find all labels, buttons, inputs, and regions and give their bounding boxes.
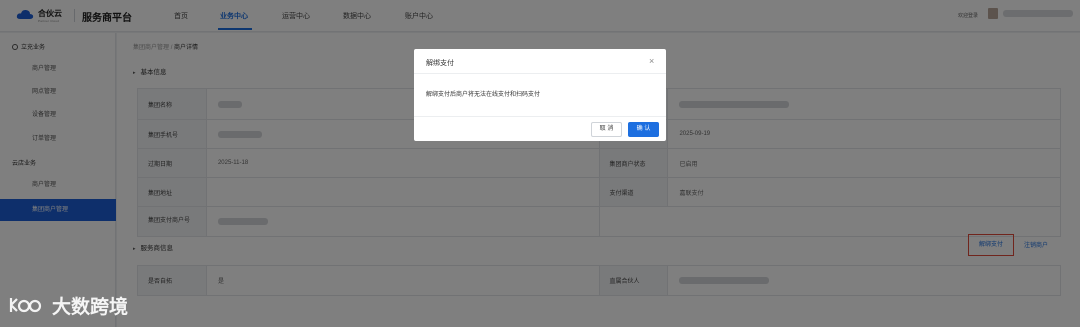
cancel-button[interactable]: 取 消 xyxy=(591,122,622,137)
confirm-button[interactable]: 确 认 xyxy=(628,122,659,137)
dialog-message: 解绑支付后商户将无法在线支付和扫码支付 xyxy=(426,92,541,98)
watermark-text: 大数跨境 xyxy=(52,297,129,318)
watermark-logo-icon xyxy=(9,298,42,313)
dialog-divider xyxy=(414,73,666,74)
dialog-title: 解绑支付 xyxy=(426,60,454,67)
close-icon[interactable]: × xyxy=(649,56,654,66)
dialog-divider xyxy=(414,116,666,117)
